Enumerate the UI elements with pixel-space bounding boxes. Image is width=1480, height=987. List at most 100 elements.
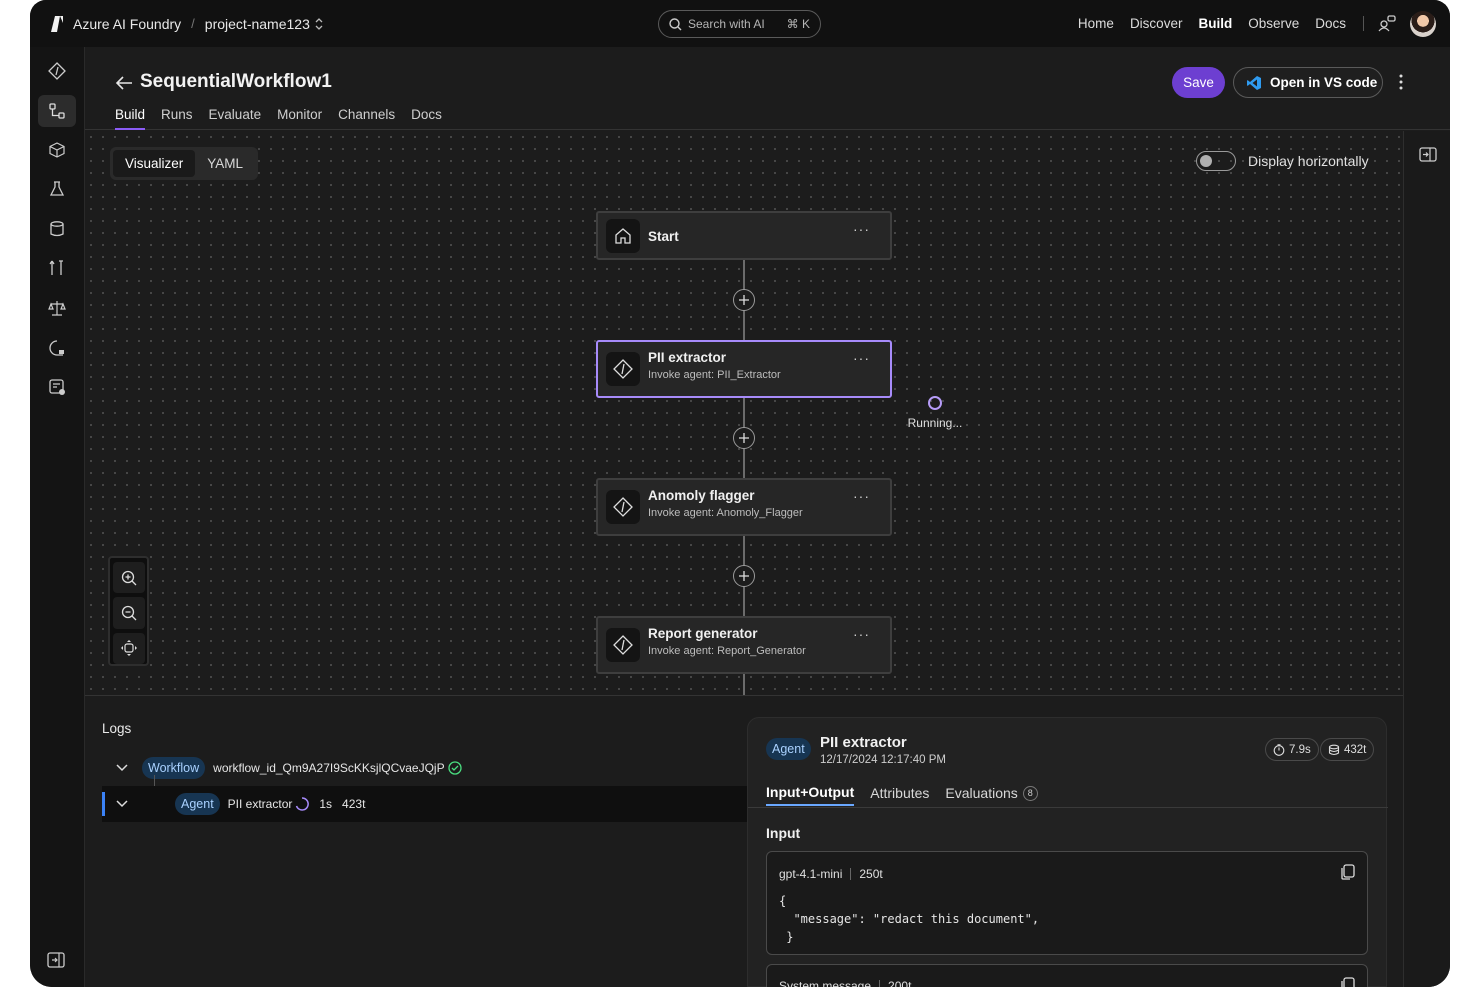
rail-data-icon[interactable]: [38, 213, 76, 245]
system-message-label: System message: [779, 979, 872, 987]
add-step-button[interactable]: [733, 289, 755, 311]
node-more-icon[interactable]: ···: [853, 626, 870, 642]
display-horizontally-toggle[interactable]: [1196, 151, 1236, 171]
detail-tabs: Input+Output Attributes Evaluations 8: [766, 784, 1038, 806]
back-arrow-icon[interactable]: [115, 75, 133, 91]
search-input[interactable]: Search with AI ⌘ K: [658, 10, 821, 38]
node-more-icon[interactable]: ···: [853, 350, 870, 366]
agent-icon: [606, 352, 640, 386]
nav-divider: [1363, 16, 1364, 31]
tab-evaluate[interactable]: Evaluate: [209, 107, 262, 130]
rail-safety-icon[interactable]: [38, 332, 76, 364]
search-icon: [669, 17, 682, 30]
node-report-generator[interactable]: Report generator Invoke agent: Report_Ge…: [596, 616, 892, 674]
app-name: Azure AI Foundry: [73, 15, 182, 32]
node-title: Start: [648, 229, 679, 244]
trace-detail-panel: Agent PII extractor 12/17/2024 12:17:40 …: [747, 717, 1388, 987]
copy-icon[interactable]: [1341, 977, 1355, 987]
tab-channels[interactable]: Channels: [338, 107, 395, 130]
right-side-strip: [1403, 131, 1450, 987]
code-card-header: gpt-4.1-mini 250t: [779, 867, 883, 881]
node-anomoly-flagger[interactable]: Anomoly flagger Invoke agent: Anomoly_Fl…: [596, 478, 892, 536]
token-stack-icon: [1328, 744, 1340, 755]
header-divider: [879, 980, 881, 987]
system-message-card: System message 200t: [766, 964, 1368, 987]
tools-icon: [49, 260, 63, 275]
chevron-updown-icon: [315, 17, 323, 30]
agent-icon: [606, 628, 640, 662]
rail-workflows-icon[interactable]: [38, 95, 76, 127]
save-button[interactable]: Save: [1172, 67, 1225, 98]
rail-agents-icon[interactable]: [38, 55, 76, 87]
input-section-title: Input: [766, 825, 801, 841]
add-step-button[interactable]: [733, 565, 755, 587]
tab-docs[interactable]: Docs: [411, 107, 442, 130]
zoom-in-icon: [121, 570, 136, 586]
rail-evaluation-icon[interactable]: [38, 292, 76, 324]
breadcrumb-separator: /: [191, 16, 195, 31]
token-metric: 432t: [1320, 738, 1375, 761]
avatar[interactable]: [1410, 11, 1436, 37]
rail-models-icon[interactable]: [38, 134, 76, 166]
more-options-icon[interactable]: [1399, 74, 1403, 90]
rail-monitor-icon[interactable]: [38, 371, 76, 403]
fit-view-button[interactable]: [112, 632, 145, 664]
node-title: Anomoly flagger: [648, 488, 755, 503]
brand[interactable]: Azure AI Foundry: [48, 15, 181, 33]
running-label: Running...: [907, 416, 963, 430]
nav-home[interactable]: Home: [1078, 16, 1114, 31]
nav-build[interactable]: Build: [1198, 16, 1232, 31]
detail-timestamp: 12/17/2024 12:17:40 PM: [820, 754, 946, 766]
node-more-icon[interactable]: ···: [853, 221, 870, 237]
nav-observe[interactable]: Observe: [1248, 16, 1299, 31]
add-step-button[interactable]: [733, 427, 755, 449]
node-start[interactable]: Start ···: [596, 211, 892, 260]
node-subtitle: Invoke agent: PII_Extractor: [648, 369, 781, 381]
rail-playground-icon[interactable]: [38, 173, 76, 205]
side-panel-toggle-icon[interactable]: [1419, 147, 1437, 162]
copy-icon[interactable]: [1341, 864, 1355, 880]
node-more-icon[interactable]: ···: [853, 488, 870, 504]
tab-build[interactable]: Build: [115, 107, 146, 130]
fit-view-icon: [120, 640, 137, 657]
nav-discover[interactable]: Discover: [1130, 16, 1183, 31]
view-mode-switch: Visualizer YAML: [110, 147, 259, 180]
zoom-out-button[interactable]: [112, 597, 145, 629]
code-line: {: [779, 894, 787, 908]
expand-rail-icon[interactable]: [47, 952, 65, 968]
tab-input-output[interactable]: Input+Output: [766, 784, 855, 806]
detail-agent-pill: Agent: [766, 738, 811, 760]
node-title: PII extractor: [648, 350, 727, 365]
tab-monitor[interactable]: Monitor: [277, 107, 322, 130]
rail-tools-icon[interactable]: [38, 252, 76, 284]
open-in-vscode-label: Open in VS code: [1270, 75, 1378, 90]
project-selector[interactable]: project-name123: [205, 16, 324, 32]
zoom-in-button[interactable]: [112, 562, 145, 594]
tab-attributes[interactable]: Attributes: [870, 784, 929, 806]
system-message-tokens: 200t: [888, 979, 912, 987]
project-name: project-name123: [204, 15, 310, 32]
log-row-agent[interactable]: Agent PII extractor 1s 423t: [102, 786, 747, 822]
open-in-vscode-button[interactable]: Open in VS code: [1233, 67, 1383, 98]
shield-chat-icon: [49, 340, 64, 356]
node-pii-extractor[interactable]: PII extractor Invoke agent: PII_Extracto…: [596, 340, 892, 398]
nav-docs[interactable]: Docs: [1315, 16, 1346, 31]
code-line: }: [779, 930, 794, 944]
workflow-canvas[interactable]: Visualizer YAML Display horizontally Sta…: [85, 131, 1403, 695]
workflow-icon: [49, 103, 65, 119]
chevron-down-icon[interactable]: [116, 764, 128, 772]
model-name: gpt-4.1-mini: [779, 867, 843, 881]
view-yaml[interactable]: YAML: [195, 150, 255, 177]
tab-evaluations[interactable]: Evaluations 8: [945, 784, 1038, 806]
log-row-workflow[interactable]: Workflow workflow_id_Qm9A27I9ScKKsjlQCva…: [102, 750, 747, 786]
main-panel: SequentialWorkflow1 Build Runs Evaluate …: [85, 47, 1450, 987]
view-visualizer[interactable]: Visualizer: [113, 150, 196, 177]
tabs-divider: [748, 807, 1388, 808]
people-switch-icon[interactable]: [1378, 14, 1396, 32]
scale-icon: [48, 301, 66, 316]
tab-runs[interactable]: Runs: [161, 107, 193, 130]
success-check-icon: [447, 761, 462, 775]
chevron-down-icon[interactable]: [116, 800, 128, 808]
display-horizontally-control: Display horizontally: [1196, 151, 1369, 171]
search-shortcut: ⌘ K: [786, 17, 810, 31]
